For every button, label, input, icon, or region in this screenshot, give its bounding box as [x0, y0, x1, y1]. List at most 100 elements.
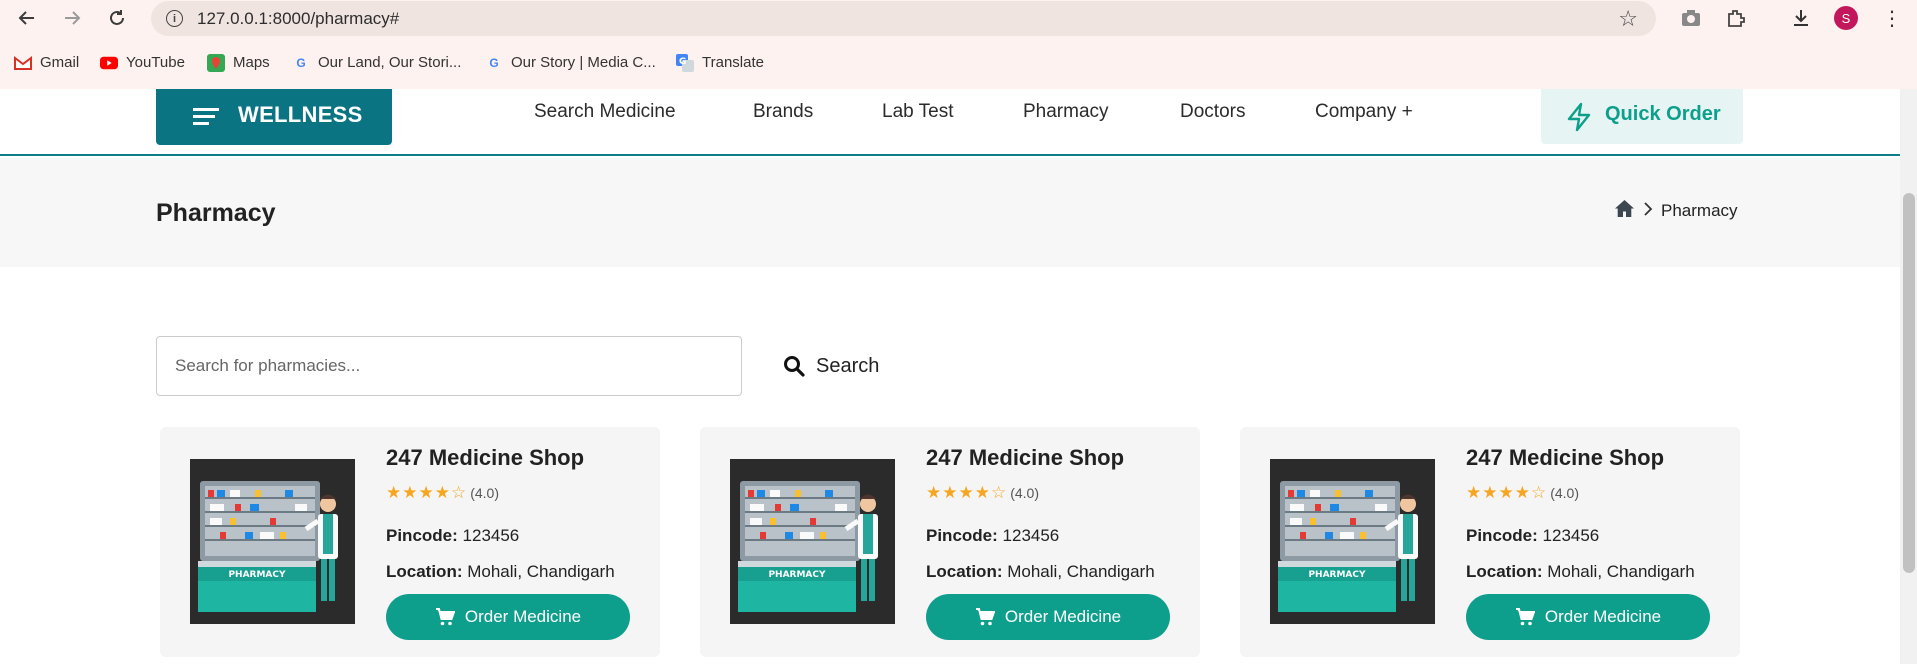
- chevron-right-icon: [1643, 201, 1653, 221]
- pharmacy-card: PHARMACY 247 Medicine Shop ★★★★☆ (4.0) P…: [1240, 427, 1740, 657]
- pharmacy-image-label: PHARMACY: [1308, 570, 1366, 580]
- pincode-label: Pincode:: [926, 526, 998, 545]
- pincode-label: Pincode:: [1466, 526, 1538, 545]
- bookmark-youtube[interactable]: YouTube: [100, 54, 185, 71]
- pincode-value: 123456: [1002, 526, 1060, 545]
- search-button-label: Search: [816, 354, 880, 377]
- address-url[interactable]: 127.0.0.1:8000/pharmacy#: [197, 9, 399, 29]
- profile-avatar[interactable]: S: [1834, 6, 1858, 30]
- location-label: Location:: [386, 562, 463, 581]
- location: Location: Mohali, Chandigarh: [1466, 562, 1695, 582]
- forward-icon[interactable]: [58, 4, 86, 32]
- bookmark-gmail[interactable]: Gmail: [14, 54, 79, 71]
- site-info-icon[interactable]: i: [166, 10, 183, 27]
- translate-icon: G: [676, 53, 694, 72]
- location-value: Mohali, Chandigarh: [467, 562, 615, 581]
- nav-lab-test[interactable]: Lab Test: [882, 101, 953, 123]
- google-icon: G: [296, 55, 306, 70]
- location: Location: Mohali, Chandigarh: [386, 562, 615, 582]
- address-bar[interactable]: i 127.0.0.1:8000/pharmacy# ☆: [151, 1, 1656, 36]
- cart-icon: [1515, 608, 1535, 626]
- pharmacy-card: PHARMACY 247 Medicine Shop ★★★★☆ (4.0) P…: [700, 427, 1200, 657]
- breadcrumb: Pharmacy: [1614, 199, 1738, 223]
- search-icon: [784, 356, 805, 377]
- rating-stars-icon: ★★★★☆: [1466, 483, 1548, 502]
- page-title-band: Pharmacy Pharmacy: [0, 158, 1900, 267]
- youtube-icon: [100, 55, 118, 71]
- order-medicine-label: Order Medicine: [1004, 607, 1122, 626]
- location-value: Mohali, Chandigarh: [1547, 562, 1695, 581]
- rating: ★★★★☆ (4.0): [386, 483, 499, 503]
- bookmark-star-icon[interactable]: ☆: [1618, 6, 1638, 32]
- bookmark-our-land[interactable]: G Our Land, Our Stori...: [292, 54, 461, 71]
- pharmacy-name[interactable]: 247 Medicine Shop: [386, 445, 584, 471]
- pharmacy-image: PHARMACY: [730, 459, 895, 624]
- rating: ★★★★☆ (4.0): [1466, 483, 1579, 503]
- nav-search-medicine[interactable]: Search Medicine: [534, 101, 676, 123]
- google-icon: G: [489, 55, 499, 70]
- location-label: Location:: [1466, 562, 1543, 581]
- order-medicine-label: Order Medicine: [464, 607, 582, 626]
- nav-company[interactable]: Company +: [1315, 101, 1413, 123]
- rating-text: (4.0): [1010, 485, 1039, 501]
- browser-menu-icon[interactable]: ⋮: [1879, 5, 1905, 31]
- nav-brands[interactable]: Brands: [753, 101, 813, 123]
- logo-text: WELLNESS: [238, 102, 363, 127]
- search-button[interactable]: Search: [783, 349, 879, 383]
- pharmacy-card: PHARMACY 247 Medicine Shop ★★★★☆ (4.0) P…: [160, 427, 660, 657]
- pharmacy-image-label: PHARMACY: [768, 570, 826, 580]
- order-medicine-button[interactable]: Order Medicine: [926, 594, 1170, 640]
- pharmacy-image: PHARMACY: [1270, 459, 1435, 624]
- svg-text:G: G: [679, 57, 686, 67]
- pharmacy-image-label: PHARMACY: [228, 570, 286, 580]
- home-icon[interactable]: [1614, 199, 1635, 223]
- scrollbar-thumb[interactable]: [1903, 193, 1915, 573]
- location-value: Mohali, Chandigarh: [1007, 562, 1155, 581]
- rating-text: (4.0): [470, 485, 499, 501]
- pincode-value: 123456: [1542, 526, 1600, 545]
- page-viewport: WELLNESS Search Medicine Brands Lab Test…: [0, 89, 1900, 664]
- bookmark-label: Gmail: [40, 54, 80, 71]
- rating: ★★★★☆ (4.0): [926, 483, 1039, 503]
- maps-icon: [207, 53, 225, 72]
- order-medicine-button[interactable]: Order Medicine: [1466, 594, 1710, 640]
- breadcrumb-current: Pharmacy: [1661, 201, 1738, 220]
- pharmacy-name[interactable]: 247 Medicine Shop: [926, 445, 1124, 471]
- bookmark-label: Translate: [702, 54, 764, 71]
- page-scrollbar[interactable]: [1900, 89, 1917, 664]
- location: Location: Mohali, Chandigarh: [926, 562, 1155, 582]
- pharmacy-image: PHARMACY: [190, 459, 355, 624]
- logo-button[interactable]: WELLNESS: [156, 89, 392, 145]
- browser-chrome: i 127.0.0.1:8000/pharmacy# ☆ S ⋮ Gmail Y…: [0, 0, 1917, 89]
- rating-stars-icon: ★★★★☆: [386, 483, 468, 502]
- pincode-value: 123456: [462, 526, 520, 545]
- quick-order-label: Quick Order: [1605, 103, 1721, 125]
- nav-doctors[interactable]: Doctors: [1180, 101, 1245, 123]
- site-header: WELLNESS Search Medicine Brands Lab Test…: [0, 89, 1900, 156]
- menu-icon: [193, 108, 219, 125]
- download-icon[interactable]: [1788, 5, 1814, 31]
- pharmacy-search-input[interactable]: [156, 336, 742, 396]
- rating-stars-icon: ★★★★☆: [926, 483, 1008, 502]
- quick-order-button[interactable]: Quick Order: [1541, 89, 1743, 144]
- pharmacy-name[interactable]: 247 Medicine Shop: [1466, 445, 1664, 471]
- lightning-icon: [1567, 102, 1591, 132]
- pincode-label: Pincode:: [386, 526, 458, 545]
- bookmark-label: YouTube: [126, 54, 185, 71]
- bookmark-translate[interactable]: G Translate: [676, 53, 764, 72]
- page-title: Pharmacy: [156, 199, 276, 227]
- camera-icon[interactable]: [1678, 5, 1704, 31]
- back-icon[interactable]: [13, 4, 41, 32]
- reload-icon[interactable]: [103, 4, 131, 32]
- bookmark-maps[interactable]: Maps: [207, 53, 270, 72]
- pincode: Pincode: 123456: [926, 526, 1059, 546]
- nav-pharmacy[interactable]: Pharmacy: [1023, 101, 1109, 123]
- bookmark-label: Our Story | Media C...: [511, 54, 656, 71]
- pincode: Pincode: 123456: [1466, 526, 1599, 546]
- order-medicine-button[interactable]: Order Medicine: [386, 594, 630, 640]
- pincode: Pincode: 123456: [386, 526, 519, 546]
- order-medicine-label: Order Medicine: [1544, 607, 1662, 626]
- extensions-icon[interactable]: [1723, 5, 1749, 31]
- bookmark-label: Maps: [233, 54, 270, 71]
- bookmark-our-story[interactable]: G Our Story | Media C...: [485, 54, 656, 71]
